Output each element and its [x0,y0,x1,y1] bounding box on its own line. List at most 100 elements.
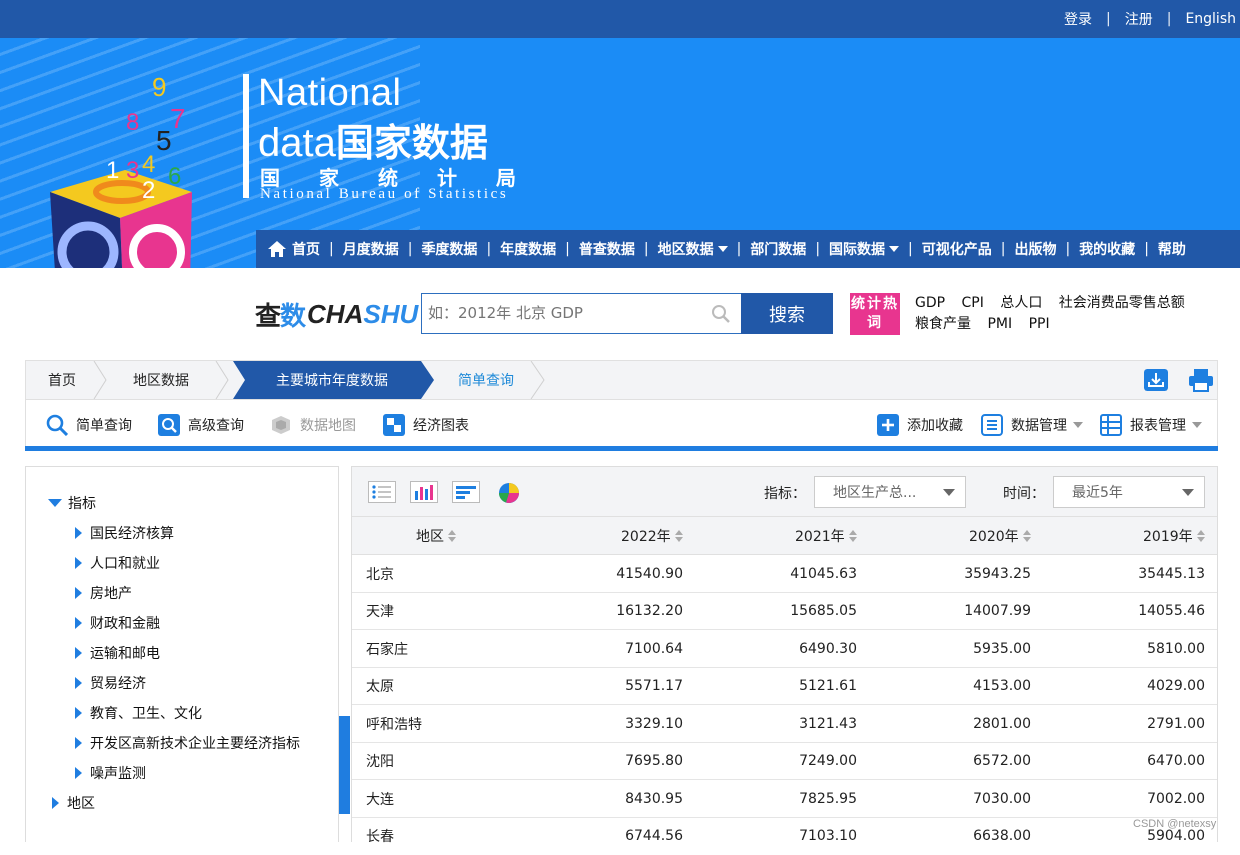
cell-value: 41045.63 [790,555,857,592]
hot-words-row: GDP CPI 总人口 社会消费品零售总额 [915,293,1235,314]
header-label: 2020年 [969,526,1019,546]
toolbar-label: 数据管理 [1011,415,1067,435]
hot-word[interactable]: 总人口 [1000,295,1042,311]
breadcrumb-home[interactable]: 首页 [48,361,76,399]
watermark: CSDN @netexsy [1133,818,1216,830]
cell-value: 6490.30 [799,630,857,667]
cell-value: 7030.00 [973,780,1031,817]
tree-node[interactable]: 财政和金融 [75,613,160,633]
column-header-2021[interactable]: 2021年 [795,517,857,555]
breadcrumb-city-annual[interactable]: 主要城市年度数据 [276,361,388,399]
toolbar-label: 数据地图 [300,415,356,435]
column-header-2022[interactable]: 2022年 [621,517,683,555]
time-select[interactable]: 最近5年 [1053,476,1205,508]
tree-node[interactable]: 人口和就业 [75,553,160,573]
hot-word[interactable]: CPI [962,295,984,311]
breadcrumb-simple-query[interactable]: 简单查询 [458,361,514,399]
data-map-button[interactable]: 数据地图 [270,414,356,436]
toolbar-underline [25,446,1218,451]
tree-node-region[interactable]: 地区 [52,793,95,813]
tree-label: 教育、卫生、文化 [90,703,202,723]
bar-chart-icon[interactable] [410,481,438,503]
tree-node[interactable]: 房地产 [75,583,132,603]
chashu-logo: 查数 CHASHU [255,296,418,332]
report-manage-menu[interactable]: 报表管理 [1100,414,1202,436]
download-icon[interactable] [1144,369,1168,391]
table-row: 大连 8430.95 7825.95 7030.00 7002.00 [352,780,1217,818]
nav-label: 国际数据 [829,239,885,259]
chashu-cn-1: 查 [255,302,280,332]
tree-node[interactable]: 运输和邮电 [75,643,160,663]
divider: | [737,241,742,257]
nav-department[interactable]: 部门数据 [750,239,806,259]
chevron-down-icon [718,246,728,252]
hot-words-badge: 统计热词 [850,293,900,335]
search-icon[interactable] [711,304,731,324]
pie-chart-icon[interactable] [498,482,520,504]
english-link[interactable]: English [1185,11,1236,27]
caret-right-icon [75,767,82,779]
table-row: 呼和浩特 3329.10 3121.43 2801.00 2791.00 [352,705,1217,743]
hot-word[interactable]: PPI [1029,316,1050,332]
hot-word[interactable]: PMI [987,316,1012,332]
tree-node[interactable]: 教育、卫生、文化 [75,703,202,723]
chashu-en: CHASHU [307,299,418,330]
cell-value: 14055.46 [1138,593,1205,630]
cell-value: 15685.05 [790,593,857,630]
column-header-region[interactable]: 地区 [416,517,456,555]
cell-region: 北京 [366,555,394,592]
logo-data-cn: 国家数据 [336,121,488,165]
nav-publications[interactable]: 出版物 [1014,239,1056,259]
nav-regional[interactable]: 地区数据 [658,239,728,259]
horizontal-bar-icon[interactable] [452,481,480,503]
search-button[interactable]: 搜索 [741,293,833,334]
nav-monthly[interactable]: 月度数据 [343,239,399,259]
cube-digit: 9 [152,72,166,102]
cell-value: 5121.61 [799,668,857,705]
column-header-2020[interactable]: 2020年 [969,517,1031,555]
hot-word[interactable]: 社会消费品零售总额 [1059,295,1185,311]
nav-quarterly[interactable]: 季度数据 [421,239,477,259]
advanced-query-button[interactable]: 高级查询 [158,414,244,436]
tree-node[interactable]: 国民经济核算 [75,523,174,543]
tree-node[interactable]: 开发区高新技术企业主要经济指标 [75,733,300,753]
tree-label: 运输和邮电 [90,643,160,663]
nav-favorites[interactable]: 我的收藏 [1079,239,1135,259]
hot-word[interactable]: 粮食产量 [915,316,971,332]
tree-node[interactable]: 贸易经济 [75,673,146,693]
nav-census[interactable]: 普查数据 [579,239,635,259]
data-manage-menu[interactable]: 数据管理 [981,414,1083,436]
nav-international[interactable]: 国际数据 [829,239,899,259]
tree-node-indicators[interactable]: 指标 [48,493,96,513]
tree-node[interactable]: 噪声监测 [75,763,146,783]
login-link[interactable]: 登录 [1064,9,1092,29]
column-header-2019[interactable]: 2019年 [1143,517,1205,555]
nav-visualization[interactable]: 可视化产品 [922,239,992,259]
toolbar-label: 高级查询 [188,415,244,435]
tree-scrollbar[interactable] [339,716,350,814]
breadcrumb-regional[interactable]: 地区数据 [133,361,189,399]
panel-header: 指标： 地区生产总... 时间： 最近5年 [352,467,1217,517]
cell-value: 35943.25 [964,555,1031,592]
hot-word[interactable]: GDP [915,295,945,311]
cell-value: 7825.95 [799,780,857,817]
nav-home[interactable]: 首页 [268,239,320,259]
indicator-select[interactable]: 地区生产总... [814,476,966,508]
simple-query-button[interactable]: 简单查询 [46,414,132,436]
nav-annual[interactable]: 年度数据 [500,239,556,259]
nav-help[interactable]: 帮助 [1158,239,1186,259]
tree-label: 指标 [68,493,96,513]
print-icon[interactable] [1188,368,1214,392]
cell-value: 4153.00 [973,668,1031,705]
table-view-icon[interactable] [368,481,396,503]
cell-value: 4029.00 [1147,668,1205,705]
chashu-en-1: CHA [307,299,363,329]
cell-region: 呼和浩特 [366,705,422,742]
add-favorite-button[interactable]: 添加收藏 [877,414,963,436]
divider: | [1001,241,1006,257]
register-link[interactable]: 注册 [1125,9,1153,29]
cube-digit: 4 [142,151,155,178]
econ-chart-button[interactable]: 经济图表 [383,414,469,436]
logo-data: data国家数据 [258,112,488,167]
search-input[interactable] [422,294,702,332]
